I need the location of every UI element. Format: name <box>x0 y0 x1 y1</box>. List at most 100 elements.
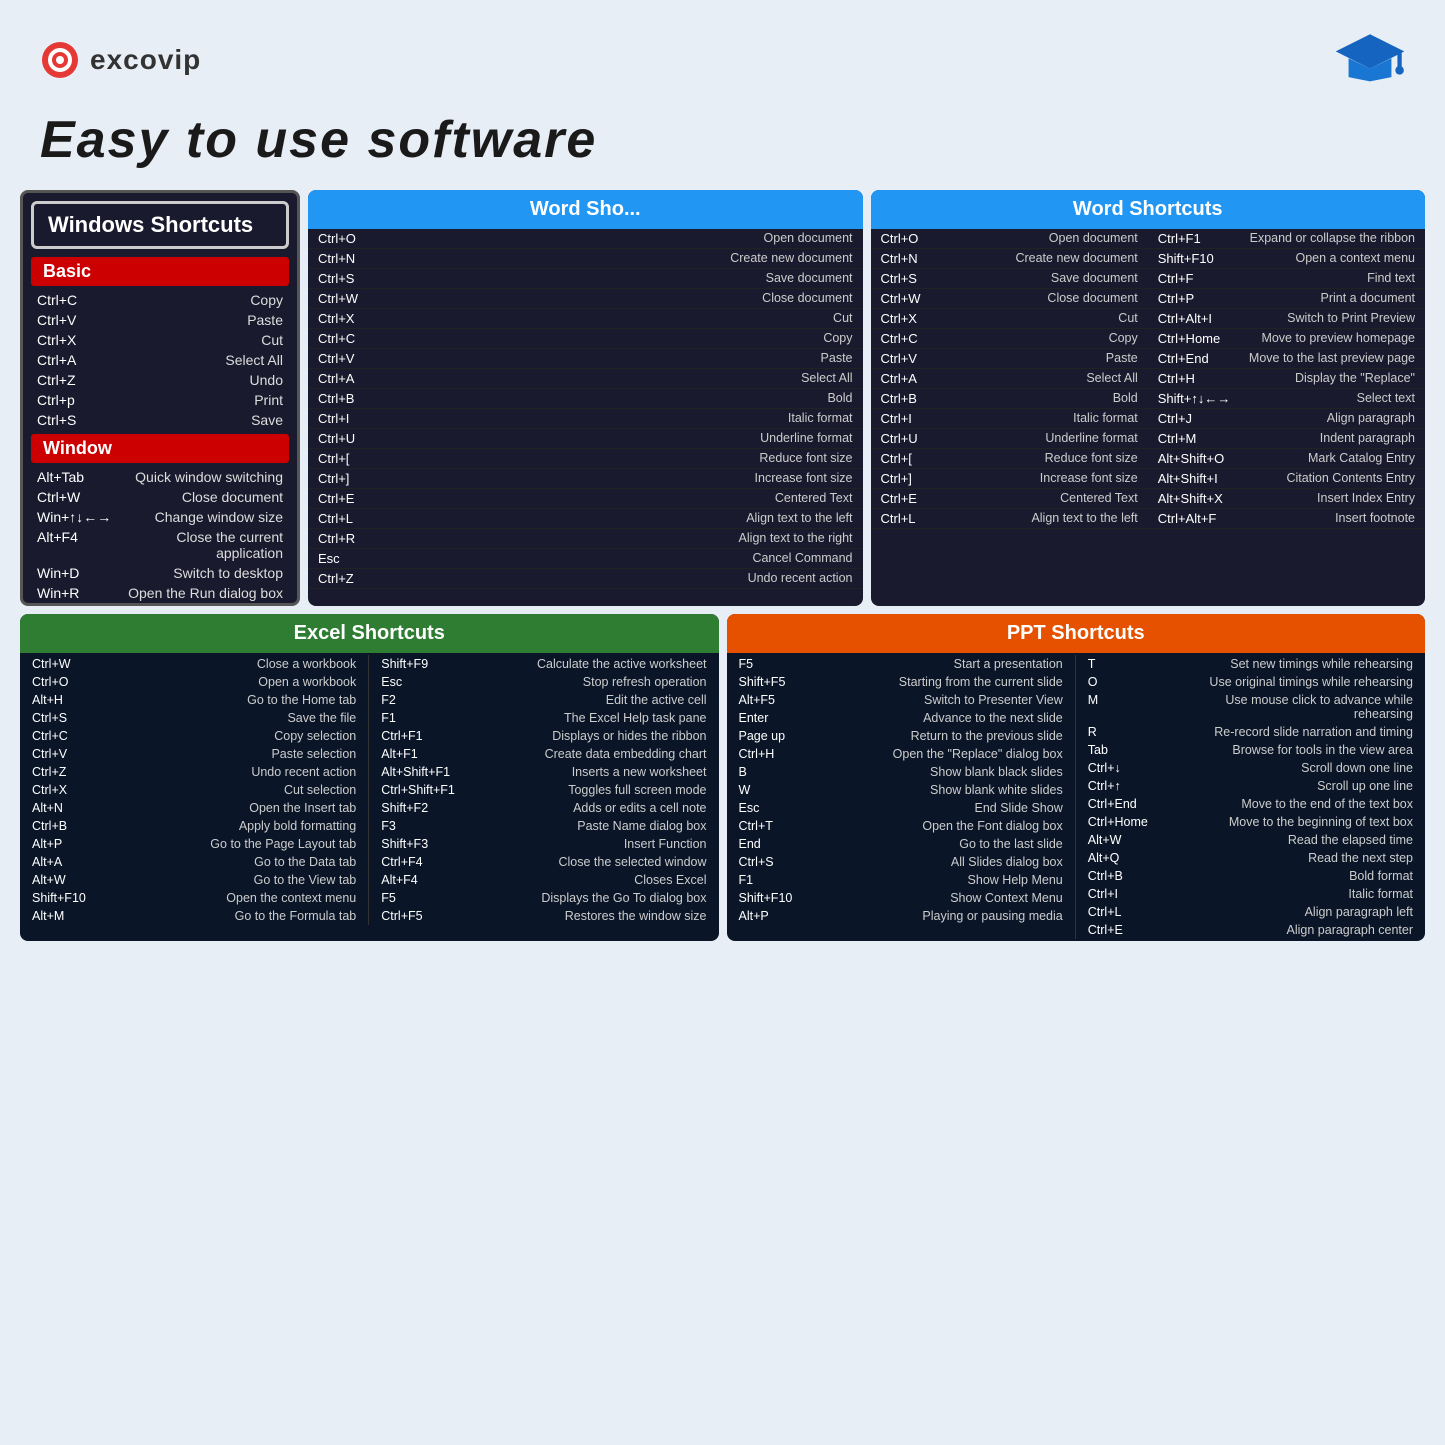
word-row: Ctrl+OOpen document <box>871 229 1148 249</box>
ppt-row: Page upReturn to the previous slide <box>733 727 1069 745</box>
excel-title-text: Excel Shortcuts <box>294 622 445 644</box>
word-row: Ctrl+CCopy <box>871 329 1148 349</box>
word-row: Ctrl+IItalic format <box>871 409 1148 429</box>
shortcut-row: Ctrl+ZUndo <box>23 370 297 390</box>
shortcut-row: Ctrl+WClose document <box>23 487 297 507</box>
word-row: Alt+Shift+OMark Catalog Entry <box>1148 449 1425 469</box>
ppt-row: EndGo to the last slide <box>733 835 1069 853</box>
word-row: Ctrl+UUnderline format <box>871 429 1148 449</box>
word-row: Ctrl+HomeMove to preview homepage <box>1148 329 1425 349</box>
word-row: Alt+Shift+ICitation Contents Entry <box>1148 469 1425 489</box>
tagline: Easy to use software <box>20 95 1425 190</box>
word-left-shortcuts: Ctrl+OOpen document Ctrl+NCreate new doc… <box>308 229 863 589</box>
word-row: EscCancel Command <box>308 549 863 569</box>
ppt-row: Ctrl+EndMove to the end of the text box <box>1082 795 1419 813</box>
exc-row: Ctrl+F1Displays or hides the ribbon <box>375 727 712 745</box>
ppt-row: Alt+PPlaying or pausing media <box>733 907 1069 925</box>
excel-col2: Shift+F9Calculate the active worksheet E… <box>369 655 718 925</box>
ppt-row: Alt+QRead the next step <box>1082 849 1419 867</box>
word-right-title-text: Word Shortcuts <box>1073 198 1223 220</box>
exc-row: Ctrl+ZUndo recent action <box>26 763 362 781</box>
exc-row: Shift+F2Adds or edits a cell note <box>375 799 712 817</box>
exc-row: F3Paste Name dialog box <box>375 817 712 835</box>
exc-row: Ctrl+OOpen a workbook <box>26 673 362 691</box>
basic-shortcuts-list: Ctrl+CCopy Ctrl+VPaste Ctrl+XCut Ctrl+AS… <box>23 290 297 430</box>
shortcut-row: Win+DSwitch to desktop <box>23 563 297 583</box>
word-row: Ctrl+LAlign text to the left <box>871 509 1148 529</box>
windows-panel-title: Windows Shortcuts <box>31 201 289 249</box>
exc-row: EscStop refresh operation <box>375 673 712 691</box>
ppt-row: Shift+F5Starting from the current slide <box>733 673 1069 691</box>
ppt-row: Ctrl+↑Scroll up one line <box>1082 777 1419 795</box>
word-row: Ctrl+CCopy <box>308 329 863 349</box>
ppt-row: Ctrl+EAlign paragraph center <box>1082 921 1419 939</box>
word-row: Ctrl+]Increase font size <box>871 469 1148 489</box>
word-row: Alt+Shift+XInsert Index Entry <box>1148 489 1425 509</box>
word-row: Ctrl+ASelect All <box>308 369 863 389</box>
ppt-row: Ctrl+↓Scroll down one line <box>1082 759 1419 777</box>
ppt-row: OUse original timings while rehearsing <box>1082 673 1419 691</box>
exc-row: Shift+F9Calculate the active worksheet <box>375 655 712 673</box>
word-row: Ctrl+HDisplay the "Replace" <box>1148 369 1425 389</box>
exc-row: Ctrl+F4Close the selected window <box>375 853 712 871</box>
exc-row: F2Edit the active cell <box>375 691 712 709</box>
exc-row: Ctrl+F5Restores the window size <box>375 907 712 925</box>
exc-row: Ctrl+XCut selection <box>26 781 362 799</box>
ppt-header: PPT Shortcuts <box>727 614 1426 653</box>
ppt-panel: PPT Shortcuts F5Start a presentation Shi… <box>727 614 1426 941</box>
exc-row: Shift+F10Open the context menu <box>26 889 362 907</box>
excel-panel: Excel Shortcuts Ctrl+WClose a workbook C… <box>20 614 719 941</box>
word-right-col2: Ctrl+F1Expand or collapse the ribbon Shi… <box>1148 229 1425 606</box>
shortcut-row: Alt+TabQuick window switching <box>23 467 297 487</box>
ppt-row: Shift+F10Show Context Menu <box>733 889 1069 907</box>
ppt-col2: TSet new timings while rehearsing OUse o… <box>1076 655 1425 939</box>
ppt-row: TabBrowse for tools in the view area <box>1082 741 1419 759</box>
word-row: Ctrl+FFind text <box>1148 269 1425 289</box>
logo-area: excovip <box>40 40 201 80</box>
word-row: Ctrl+NCreate new document <box>871 249 1148 269</box>
ppt-row: Ctrl+LAlign paragraph left <box>1082 903 1419 921</box>
word-right-col1: Ctrl+OOpen document Ctrl+NCreate new doc… <box>871 229 1148 606</box>
exc-row: Shift+F3Insert Function <box>375 835 712 853</box>
word-row: Ctrl+VPaste <box>871 349 1148 369</box>
word-left-panel: Word Sho... Ctrl+OOpen document Ctrl+NCr… <box>308 190 863 606</box>
excel-content: Ctrl+WClose a workbook Ctrl+OOpen a work… <box>20 653 719 927</box>
word-row: Ctrl+EndMove to the last preview page <box>1148 349 1425 369</box>
word-row: Ctrl+IItalic format <box>308 409 863 429</box>
word-row: Ctrl+XCut <box>871 309 1148 329</box>
excel-col1: Ctrl+WClose a workbook Ctrl+OOpen a work… <box>20 655 369 925</box>
word-row: Ctrl+]Increase font size <box>308 469 863 489</box>
word-row: Ctrl+PPrint a document <box>1148 289 1425 309</box>
word-row: Ctrl+LAlign text to the left <box>308 509 863 529</box>
exc-row: Alt+PGo to the Page Layout tab <box>26 835 362 853</box>
shortcut-row: Ctrl+XCut <box>23 330 297 350</box>
ppt-content: F5Start a presentation Shift+F5Starting … <box>727 653 1426 941</box>
ppt-row: Ctrl+HomeMove to the beginning of text b… <box>1082 813 1419 831</box>
word-row: Ctrl+MIndent paragraph <box>1148 429 1425 449</box>
windows-panel: Windows Shortcuts Basic Ctrl+CCopy Ctrl+… <box>20 190 300 606</box>
ppt-row: F5Start a presentation <box>733 655 1069 673</box>
header: excovip <box>20 20 1425 95</box>
word-row: Ctrl+BBold <box>871 389 1148 409</box>
ppt-row: MUse mouse click to advance while rehear… <box>1082 691 1419 723</box>
ppt-row: Alt+F5Switch to Presenter View <box>733 691 1069 709</box>
word-row: Shift+↑↓←→Select text <box>1148 389 1425 409</box>
ppt-row: EnterAdvance to the next slide <box>733 709 1069 727</box>
word-row: Ctrl+[Reduce font size <box>871 449 1148 469</box>
shortcut-row: Ctrl+ASelect All <box>23 350 297 370</box>
exc-row: Alt+HGo to the Home tab <box>26 691 362 709</box>
word-row: Ctrl+BBold <box>308 389 863 409</box>
exc-row: Ctrl+WClose a workbook <box>26 655 362 673</box>
windows-title-text: Windows Shortcuts <box>48 212 253 237</box>
exc-row: Alt+MGo to the Formula tab <box>26 907 362 925</box>
word-right-header: Word Shortcuts <box>871 190 1426 229</box>
ppt-row: WShow blank white slides <box>733 781 1069 799</box>
word-right-content: Ctrl+OOpen document Ctrl+NCreate new doc… <box>871 229 1426 606</box>
word-row: Ctrl+OOpen document <box>308 229 863 249</box>
word-row: Ctrl+ECentered Text <box>871 489 1148 509</box>
word-row: Ctrl+Alt+FInsert footnote <box>1148 509 1425 529</box>
word-row: Ctrl+UUnderline format <box>308 429 863 449</box>
word-row: Ctrl+VPaste <box>308 349 863 369</box>
ppt-row: Ctrl+TOpen the Font dialog box <box>733 817 1069 835</box>
ppt-row: BShow blank black slides <box>733 763 1069 781</box>
